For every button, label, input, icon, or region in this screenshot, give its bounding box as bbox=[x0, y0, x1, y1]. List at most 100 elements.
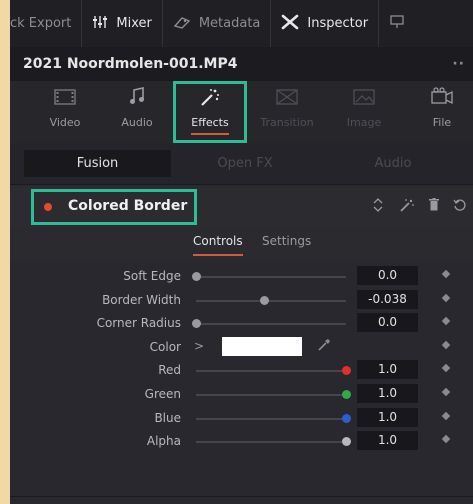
metadata-label: Metadata bbox=[198, 16, 261, 31]
param-label: Red bbox=[158, 363, 181, 378]
keyframe-icon[interactable] bbox=[441, 293, 451, 302]
divider bbox=[10, 496, 473, 497]
param-label: Green bbox=[144, 386, 181, 401]
blue-slider[interactable] bbox=[196, 413, 351, 423]
param-label: Alpha bbox=[146, 434, 181, 449]
inspector-window: ck Export Mixer Metadata Inspector 2021 … bbox=[10, 0, 473, 504]
tab-settings[interactable]: Settings bbox=[262, 234, 311, 248]
inspector-icon bbox=[281, 14, 299, 34]
tab-transition[interactable]: Transition bbox=[252, 87, 322, 139]
tab-effects-label: Effects bbox=[191, 116, 229, 135]
subtab-audio[interactable]: Audio bbox=[319, 150, 467, 177]
keyframe-icon[interactable] bbox=[441, 434, 451, 444]
corner-radius-slider[interactable] bbox=[192, 319, 346, 329]
inspector-tabs: Video Audio Effects Transition Image Fil… bbox=[10, 81, 473, 144]
keyframe-icon[interactable] bbox=[441, 340, 451, 350]
trash-icon[interactable] bbox=[429, 198, 439, 216]
soft-edge-value[interactable]: 0.0 bbox=[357, 266, 418, 285]
alpha-value[interactable]: 1.0 bbox=[357, 431, 418, 451]
expand-panel-button[interactable] bbox=[379, 0, 415, 47]
param-label: Blue bbox=[154, 410, 181, 425]
controls-settings-tabs: Controls Settings bbox=[10, 228, 473, 261]
param-row-color: Color > bbox=[10, 336, 473, 360]
keyframe-icon[interactable] bbox=[441, 269, 451, 279]
slider-knob[interactable] bbox=[192, 319, 201, 329]
more-options-icon[interactable]: ·· bbox=[452, 56, 465, 72]
param-row-corner-radius: Corner Radius 0.0 bbox=[10, 312, 473, 336]
tab-image[interactable]: Image bbox=[329, 87, 399, 139]
quick-export-button[interactable]: ck Export bbox=[10, 0, 83, 47]
tab-video[interactable]: Video bbox=[30, 87, 100, 139]
alpha-slider[interactable] bbox=[196, 437, 351, 447]
tab-video-label: Video bbox=[49, 116, 81, 129]
inspector-button[interactable]: Inspector bbox=[271, 0, 380, 47]
param-row-border-width: Border Width -0.038 bbox=[10, 289, 473, 313]
param-label: Color bbox=[149, 339, 181, 354]
effect-enabled-toggle[interactable] bbox=[44, 203, 52, 211]
green-slider[interactable] bbox=[196, 389, 351, 399]
sort-icon[interactable] bbox=[373, 198, 383, 216]
panel-icon bbox=[389, 14, 405, 34]
slider-knob[interactable] bbox=[259, 295, 269, 305]
keyframe-icon[interactable] bbox=[441, 316, 451, 326]
subtab-fusion[interactable]: Fusion bbox=[24, 150, 171, 177]
keyframe-icon[interactable] bbox=[441, 364, 451, 373]
param-row-blue: Blue 1.0 bbox=[10, 407, 473, 431]
eyedropper-icon[interactable] bbox=[318, 338, 330, 355]
subtab-open-fx[interactable]: Open FX bbox=[171, 150, 319, 177]
metadata-button[interactable]: Metadata bbox=[163, 0, 272, 47]
tab-controls[interactable]: Controls bbox=[193, 234, 243, 256]
effects-subtabs: Fusion Open FX Audio bbox=[10, 143, 473, 185]
param-row-red: Red 1.0 bbox=[10, 359, 473, 383]
mixer-icon bbox=[92, 15, 108, 33]
clip-header: 2021 Noordmolen-001.MP4 ·· bbox=[10, 47, 473, 81]
audio-icon bbox=[102, 87, 172, 113]
mixer-button[interactable]: Mixer bbox=[82, 0, 163, 47]
tab-transition-label: Transition bbox=[260, 116, 314, 129]
mixer-label: Mixer bbox=[116, 16, 152, 31]
param-label: Soft Edge bbox=[123, 269, 181, 283]
effects-icon bbox=[175, 87, 245, 113]
effect-header: Colored Border bbox=[10, 186, 473, 229]
corner-radius-value[interactable]: 0.0 bbox=[357, 313, 418, 333]
tab-image-label: Image bbox=[346, 116, 382, 129]
tab-audio[interactable]: Audio bbox=[102, 87, 172, 139]
inspector-label: Inspector bbox=[307, 16, 369, 31]
clip-name: 2021 Noordmolen-001.MP4 bbox=[23, 56, 238, 72]
tab-audio-label: Audio bbox=[121, 116, 153, 129]
parameters-list: Soft Edge 0.0 Border Width -0.038 Corner… bbox=[10, 265, 473, 454]
quick-export-label: ck Export bbox=[10, 16, 72, 31]
top-toolbar: ck Export Mixer Metadata Inspector bbox=[10, 0, 473, 48]
effect-title: Colored Border bbox=[68, 198, 188, 214]
image-icon bbox=[329, 87, 399, 113]
slider-knob[interactable] bbox=[342, 366, 351, 376]
slider-knob[interactable] bbox=[342, 437, 351, 447]
transition-icon bbox=[252, 87, 322, 113]
soft-edge-slider[interactable] bbox=[192, 272, 346, 281]
param-label: Corner Radius bbox=[96, 316, 181, 331]
param-row-soft-edge: Soft Edge 0.0 bbox=[10, 265, 473, 289]
slider-knob[interactable] bbox=[192, 272, 201, 281]
effect-actions bbox=[373, 198, 467, 216]
file-icon bbox=[412, 87, 472, 113]
tab-file[interactable]: File bbox=[412, 87, 472, 139]
metadata-icon bbox=[173, 15, 191, 33]
tab-effects[interactable]: Effects bbox=[175, 87, 245, 139]
chevron-right-icon[interactable]: > bbox=[194, 339, 204, 353]
blue-value[interactable]: 1.0 bbox=[357, 407, 418, 427]
red-slider[interactable] bbox=[196, 366, 351, 376]
param-row-green: Green 1.0 bbox=[10, 383, 473, 407]
keyframe-icon[interactable] bbox=[441, 411, 451, 420]
red-value[interactable]: 1.0 bbox=[357, 360, 418, 380]
border-width-slider[interactable] bbox=[196, 295, 346, 305]
param-label: Border Width bbox=[102, 292, 181, 307]
green-value[interactable]: 1.0 bbox=[357, 383, 418, 403]
slider-knob[interactable] bbox=[342, 389, 351, 399]
color-swatch[interactable] bbox=[222, 336, 302, 356]
reset-icon[interactable] bbox=[453, 198, 467, 216]
keyframe-icon[interactable] bbox=[441, 387, 451, 397]
border-width-value[interactable]: -0.038 bbox=[357, 289, 418, 309]
video-icon bbox=[30, 87, 100, 113]
slider-knob[interactable] bbox=[342, 413, 351, 423]
magic-wand-icon[interactable] bbox=[397, 198, 415, 216]
